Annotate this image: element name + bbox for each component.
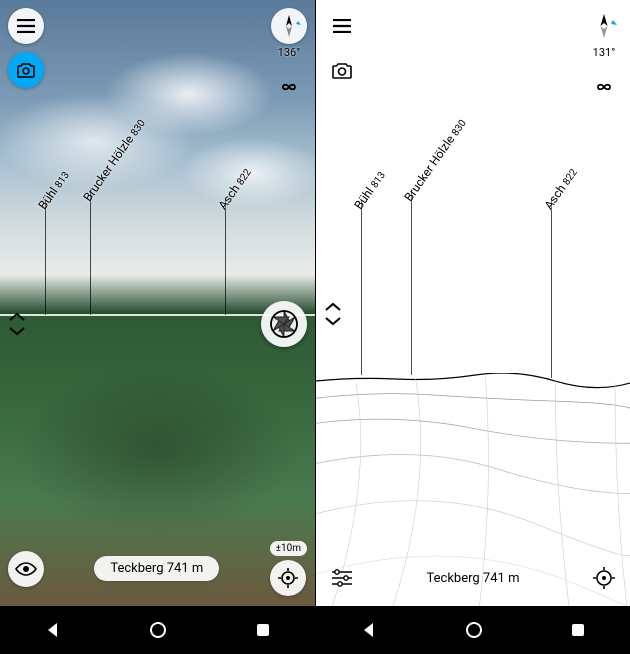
compass-button[interactable] <box>586 8 622 44</box>
aperture-icon <box>269 309 299 339</box>
peak-name: Bühl <box>352 185 377 212</box>
home-icon[interactable] <box>465 621 483 639</box>
peak-line <box>361 200 362 375</box>
menu-button[interactable] <box>8 8 44 44</box>
zoom-controls[interactable] <box>8 311 26 337</box>
locate-button[interactable] <box>270 560 306 596</box>
heading-text: 136° <box>278 46 301 59</box>
peak-elevation: 830 <box>450 118 469 138</box>
peak-line <box>411 192 412 375</box>
peak-label: Brucker Hölzle830 <box>402 116 469 204</box>
chevron-down-icon[interactable] <box>324 315 342 327</box>
overlay-toggle-button[interactable] <box>586 69 622 105</box>
compass-button[interactable] <box>271 8 307 44</box>
shutter-button[interactable] <box>261 301 307 347</box>
back-icon[interactable] <box>360 621 378 639</box>
camera-icon <box>16 62 36 78</box>
gps-icon <box>278 568 298 588</box>
accuracy-chip: ±10m <box>270 541 307 556</box>
camera-pane: 136° Bühl813Brucker Hölzle830Asch822 Tec… <box>0 0 315 654</box>
settings-button[interactable] <box>324 560 360 596</box>
peak-line <box>551 200 552 378</box>
recent-icon[interactable] <box>255 622 271 638</box>
recent-icon[interactable] <box>570 622 586 638</box>
camera-icon <box>331 61 353 79</box>
compass-icon <box>276 13 302 39</box>
map-pane: 131° Bühl813 Brucker Hölzle830 Asch822 Tec… <box>315 0 630 654</box>
camera-toggle-button[interactable] <box>324 52 360 88</box>
heading-text: 131° <box>593 46 616 59</box>
visibility-button[interactable] <box>8 551 44 587</box>
peak-label: Asch822 <box>542 166 580 212</box>
locate-button[interactable] <box>586 560 622 596</box>
peak-elevation: 822 <box>561 167 580 187</box>
nav-bar <box>0 606 315 654</box>
infinity-icon <box>278 80 300 94</box>
gps-icon <box>593 567 615 589</box>
peak-elevation: 813 <box>369 170 388 190</box>
nav-bar <box>316 606 630 654</box>
home-icon[interactable] <box>149 621 167 639</box>
camera-toggle-button[interactable] <box>8 52 44 88</box>
location-chip[interactable]: Teckberg 741 m <box>427 571 520 586</box>
chevron-up-icon[interactable] <box>324 301 342 313</box>
menu-button[interactable] <box>324 8 360 44</box>
zoom-controls[interactable] <box>324 301 342 327</box>
menu-icon <box>333 19 351 33</box>
chevron-down-icon[interactable] <box>8 325 26 337</box>
back-icon[interactable] <box>44 621 62 639</box>
location-chip[interactable]: Teckberg 741 m <box>94 556 219 581</box>
overlay-toggle-button[interactable] <box>271 69 307 105</box>
compass-icon <box>591 13 617 39</box>
peak-name: Brucker Hölzle <box>402 133 458 204</box>
chevron-up-icon[interactable] <box>8 311 26 323</box>
sliders-icon <box>332 569 352 587</box>
menu-icon <box>17 19 35 33</box>
infinity-icon <box>593 80 615 94</box>
peak-name: Asch <box>542 182 569 212</box>
peak-label: Bühl813 <box>352 168 388 212</box>
eye-icon <box>15 562 37 576</box>
terrain-photo <box>0 314 315 654</box>
